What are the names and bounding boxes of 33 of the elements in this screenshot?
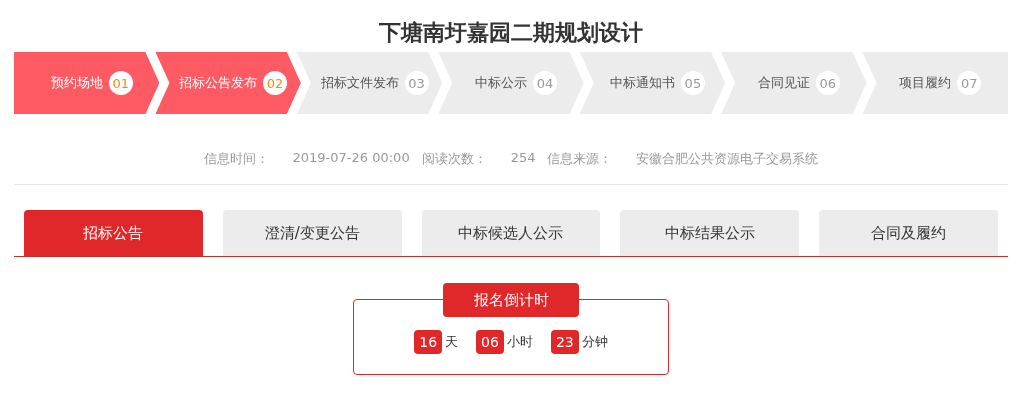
countdown-value: 23 bbox=[550, 330, 579, 354]
step-number: 01 bbox=[108, 71, 133, 95]
step-label: 招标公告发布 bbox=[179, 74, 258, 92]
countdown-unit: 天 bbox=[445, 333, 459, 351]
meta-label: 信息来源： bbox=[547, 150, 613, 168]
meta-label: 信息时间： bbox=[203, 150, 269, 168]
tab[interactable]: 中标结果公示 bbox=[620, 210, 800, 256]
meta-label: 阅读次数： bbox=[421, 150, 487, 168]
page-title: 下塘南圩嘉园二期规划设计 bbox=[378, 19, 644, 47]
tab[interactable]: 澄清/变更公告 bbox=[222, 210, 402, 256]
step-label: 项目履约 bbox=[899, 74, 952, 92]
step-number: 06 bbox=[815, 71, 840, 95]
step-number: 03 bbox=[404, 71, 429, 95]
meta-value: 安徽合肥公共资源电子交易系统 bbox=[636, 150, 819, 168]
countdown-value: 06 bbox=[476, 330, 504, 354]
step-label: 中标公示 bbox=[474, 74, 527, 92]
countdown-title: 报名倒计时 bbox=[443, 283, 579, 317]
step-label: 中标通知书 bbox=[609, 74, 675, 92]
step-label: 合同见证 bbox=[757, 74, 810, 92]
tab[interactable]: 招标公告 bbox=[24, 210, 203, 256]
step-label: 招标文件发布 bbox=[320, 74, 399, 92]
tab[interactable]: 合同及履约 bbox=[819, 210, 998, 256]
meta-value: 2019-07-26 00:00 bbox=[292, 150, 410, 167]
tab[interactable]: 中标候选人公示 bbox=[421, 210, 601, 256]
countdown-unit: 分钟 bbox=[581, 333, 608, 351]
meta-value: 254 bbox=[510, 150, 536, 167]
step-label: 预约场地 bbox=[50, 74, 103, 92]
step-number: 07 bbox=[957, 71, 982, 95]
countdown-value: 16 bbox=[414, 330, 443, 354]
countdown-unit: 小时 bbox=[506, 333, 533, 351]
step-number: 04 bbox=[532, 71, 557, 95]
step-number: 02 bbox=[263, 71, 288, 95]
step-number: 05 bbox=[680, 71, 705, 95]
